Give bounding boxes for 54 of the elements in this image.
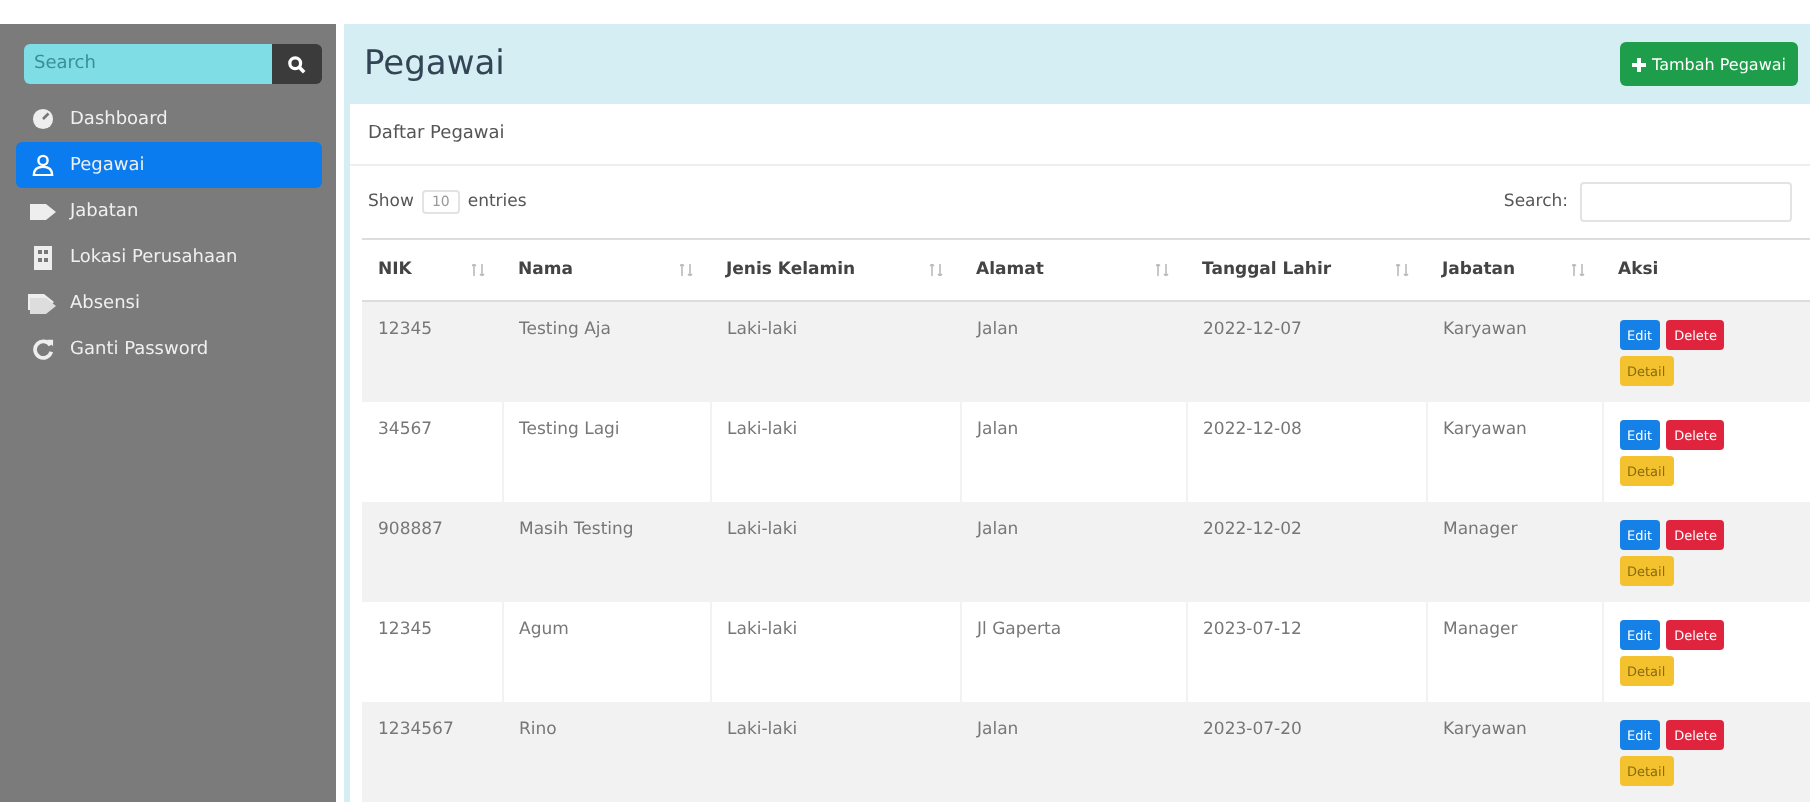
show-label: Show — [368, 192, 414, 212]
search-button[interactable] — [272, 44, 322, 84]
table-cell: Jalan — [960, 502, 1186, 602]
card-title: Daftar Pegawai — [350, 104, 1810, 166]
entries-label: entries — [467, 192, 527, 212]
table-cell: Laki-laki — [710, 301, 960, 402]
table-cell: 1234567 — [362, 702, 502, 802]
search-field[interactable]: Search — [24, 44, 272, 84]
table-cell: Testing Aja — [502, 301, 710, 402]
plus-icon — [1632, 57, 1647, 71]
table-cell: Masih Testing — [502, 502, 710, 602]
tags-icon — [28, 292, 56, 314]
table-cell: 908887 — [362, 502, 502, 602]
table-cell: Jalan — [960, 301, 1186, 402]
sidebar-item[interactable]: Jabatan — [16, 188, 322, 234]
column-header[interactable]: Jenis Kelamin — [726, 260, 856, 280]
add-employee-button[interactable]: Tambah Pegawai — [1620, 42, 1798, 86]
building-icon — [33, 245, 51, 269]
sort-icon — [472, 264, 486, 276]
sort-icon — [680, 264, 694, 276]
sidebar-item[interactable]: Lokasi Perusahaan — [16, 234, 322, 280]
table-cell: Manager — [1426, 502, 1602, 602]
table-cell: Jalan — [960, 702, 1186, 802]
table-search-field[interactable] — [1580, 182, 1792, 222]
search-label: Search: — [1503, 192, 1568, 212]
table-cell: Karyawan — [1426, 702, 1602, 802]
table-cell: 2023-07-20 — [1186, 702, 1426, 802]
table-cell: 12345 — [362, 301, 502, 402]
column-header[interactable]: Aksi — [1618, 260, 1659, 280]
dashboard-icon — [31, 108, 53, 130]
table-cell: 2022-12-02 — [1186, 502, 1426, 602]
table-cell: Rino — [502, 702, 710, 802]
column-header[interactable]: Tanggal Lahir — [1202, 260, 1332, 280]
table-cell: Laki-laki — [710, 502, 960, 602]
sort-icon — [1572, 264, 1586, 276]
sidebar-item[interactable]: Pegawai — [16, 142, 322, 188]
sidebar-item[interactable]: Absensi — [16, 280, 322, 326]
tag-icon — [29, 201, 55, 221]
column-header[interactable]: Alamat — [976, 260, 1044, 280]
sort-icon — [1156, 264, 1170, 276]
refresh-icon — [31, 338, 53, 360]
column-header[interactable]: Nama — [518, 260, 573, 280]
table-cell: 2022-12-07 — [1186, 301, 1426, 402]
column-header[interactable]: Jabatan — [1442, 260, 1516, 280]
search-icon — [288, 55, 306, 73]
sort-icon — [930, 264, 944, 276]
sort-icon — [1396, 264, 1410, 276]
table-cell: Karyawan — [1426, 301, 1602, 402]
page-title: Pegawai — [364, 44, 505, 84]
user-icon — [31, 154, 53, 176]
sidebar-item[interactable]: Ganti Password — [16, 326, 322, 372]
table-cell: Laki-laki — [710, 702, 960, 802]
sidebar-item[interactable]: Dashboard — [16, 96, 322, 142]
column-header[interactable]: NIK — [378, 260, 412, 280]
